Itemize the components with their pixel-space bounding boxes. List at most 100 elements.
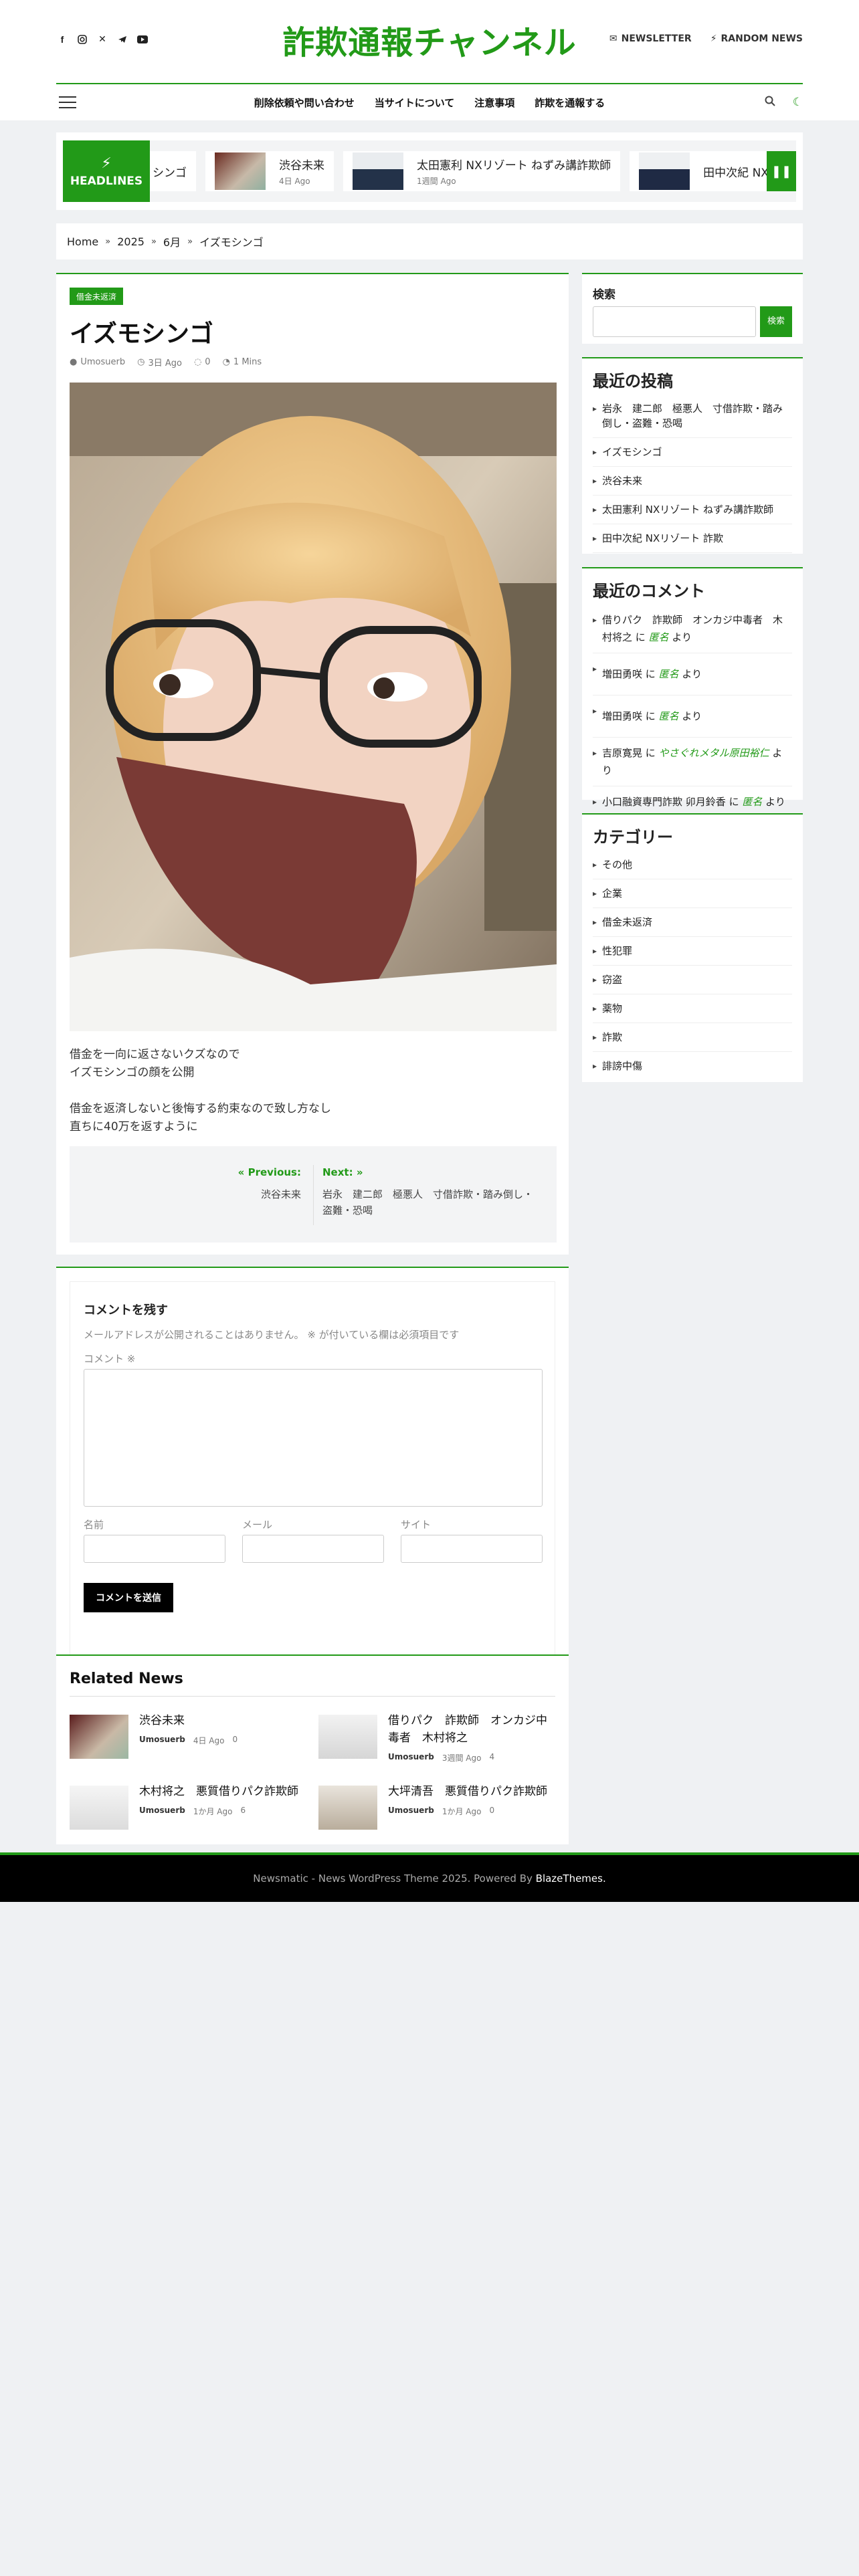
recent-post-item[interactable]: 渋谷未来 — [593, 467, 792, 496]
post-comments[interactable]: ◌ 0 — [194, 356, 211, 368]
ticker-pause-button[interactable]: ❚❚ — [767, 151, 796, 191]
ticker-thumbnail — [215, 152, 266, 190]
related-item-author[interactable]: Umosuerb — [139, 1735, 185, 1746]
comment-form-title: コメントを残す — [84, 1303, 168, 1317]
ticker-item-title: シンゴ — [153, 166, 187, 180]
breadcrumb-home[interactable]: Home — [67, 235, 98, 248]
comment-author[interactable]: 小口融資専門詐欺 卯月鈴香 — [602, 796, 726, 808]
ticker-item-title: 渋谷未来 — [279, 159, 324, 173]
comment-author[interactable]: 増田勇咲 — [602, 710, 642, 722]
post-navigation: « Previous: 渋谷未来 Next: » 岩永 建二郎 極悪人 寸借詐欺… — [70, 1146, 557, 1243]
related-item-date: 4日 Ago — [193, 1736, 225, 1745]
search-input[interactable] — [593, 306, 756, 337]
double-chevron-right-icon: » — [356, 1166, 363, 1178]
category-item[interactable]: 窃盗 — [593, 966, 792, 994]
related-news: Related News 渋谷未来 Umosuerb 4日 Ago 0 借りパク… — [56, 1654, 569, 1844]
post-paragraph: 借金を一向に返さないクズなので イズモシンゴの顔を公開 — [70, 1046, 331, 1082]
next-label: Next: — [322, 1166, 353, 1178]
category-item[interactable]: 性犯罪 — [593, 937, 792, 966]
related-item-comments: 6 — [240, 1806, 246, 1815]
categories-widget: カテゴリー その他 企業 借金未返済 性犯罪 窃盗 薬物 詐欺 誹謗中傷 — [582, 813, 803, 1082]
breadcrumb-year[interactable]: 2025 — [117, 235, 145, 248]
site-input[interactable] — [401, 1535, 543, 1563]
menu-item-about[interactable]: 当サイトについて — [375, 96, 455, 110]
recent-post-item[interactable]: 田中次紀 NXリゾート 詐欺 — [593, 524, 792, 553]
comment-post-link[interactable]: 匿名 — [742, 796, 762, 808]
comment-author[interactable]: 借りパク 詐欺師 オンカジ中毒者 木村将之 — [602, 614, 783, 643]
ticker-item-time: 1週間 Ago — [417, 177, 456, 186]
post-date[interactable]: ◷ 3日 Ago — [137, 356, 182, 368]
ticker-item[interactable]: 渋谷未来 4日 Ago — [205, 151, 334, 191]
comment-post-link[interactable]: やさぐれメタル原田裕仁 — [659, 747, 769, 759]
related-item[interactable]: 大坪清吾 悪質借りパク詐欺師 Umosuerb 1か月 Ago 0 — [318, 1783, 555, 1850]
related-item-author[interactable]: Umosuerb — [388, 1806, 434, 1817]
featured-photo — [70, 383, 557, 1031]
bolt-icon: ⚡ — [101, 154, 112, 172]
breadcrumb: Home » 2025 » 6月 » イズモシンゴ — [56, 223, 803, 259]
post-author[interactable]: ● Umosuerb — [70, 356, 125, 368]
related-item-comments: 0 — [489, 1806, 495, 1815]
recent-comment-item: 増田勇咲 に 匿名 より — [593, 653, 792, 695]
previous-label: Previous: — [248, 1166, 301, 1178]
previous-post-link[interactable]: « Previous: 渋谷未来 — [238, 1166, 301, 1202]
category-badge[interactable]: 借金未返済 — [70, 288, 124, 305]
category-item[interactable]: 借金未返済 — [593, 908, 792, 937]
ticker-item[interactable]: 太田憲利 NXリゾート ねずみ講詐欺師 1週間 Ago — [343, 151, 621, 191]
search-widget-title: 検索 — [593, 288, 615, 302]
related-item-author[interactable]: Umosuerb — [139, 1806, 185, 1817]
recent-post-item[interactable]: イズモシンゴ — [593, 438, 792, 467]
category-item[interactable]: 薬物 — [593, 994, 792, 1023]
comment-textarea[interactable] — [84, 1369, 543, 1507]
user-icon: ● — [70, 357, 78, 367]
random-news-link[interactable]: ⚡ RANDOM NEWS — [710, 33, 803, 44]
newsletter-link[interactable]: ✉ NEWSLETTER — [609, 33, 692, 44]
comment-post-link[interactable]: 匿名 — [649, 631, 669, 643]
comment-on: に — [645, 747, 656, 759]
comment-on: に — [635, 631, 646, 643]
related-item[interactable]: 渋谷未来 Umosuerb 4日 Ago 0 — [70, 1712, 306, 1779]
submit-comment-button[interactable]: コメントを送信 — [84, 1583, 173, 1612]
menu-item-report[interactable]: 詐欺を通報する — [535, 96, 605, 110]
post-content: 借金を一向に返さないクズなので イズモシンゴの顔を公開 借金を返済しないと後悔す… — [70, 1046, 331, 1154]
article: 借金未返済 イズモシンゴ ● Umosuerb ◷ 3日 Ago ◌ 0 ◔ 1 Min… — [56, 273, 569, 1255]
comment-post-link[interactable]: 匿名 — [659, 668, 679, 680]
category-item[interactable]: 詐欺 — [593, 1023, 792, 1052]
menu-item-contact[interactable]: 削除依頼や問い合わせ — [254, 96, 355, 110]
comment-suffix: より — [765, 796, 785, 808]
post-line: 借金を返済しないと後悔する約束なので致し方なし — [70, 1102, 331, 1115]
ticker-items: シンゴ 渋谷未来 4日 Ago 太田憲利 NXリゾート ねずみ講詐欺師 1週間 … — [136, 140, 796, 202]
headlines-badge: ⚡ HEADLINES — [63, 140, 150, 202]
post-author-name: Umosuerb — [80, 357, 126, 367]
category-item[interactable]: その他 — [593, 851, 792, 879]
comment-post-link[interactable]: 匿名 — [659, 710, 679, 722]
random-news-label: RANDOM NEWS — [721, 33, 803, 44]
breadcrumb-month[interactable]: 6月 — [163, 233, 181, 249]
footer-link[interactable]: BlazeThemes. — [536, 1872, 606, 1885]
search-button[interactable]: 検索 — [760, 306, 792, 337]
menu-item-notes[interactable]: 注意事項 — [474, 96, 514, 110]
related-divider — [70, 1696, 555, 1697]
name-input[interactable] — [84, 1535, 225, 1563]
headlines-ticker: ⚡ HEADLINES シンゴ 渋谷未来 4日 Ago 太田憲利 NXリゾート … — [56, 132, 803, 210]
post-meta: ● Umosuerb ◷ 3日 Ago ◌ 0 ◔ 1 Mins — [70, 356, 262, 368]
category-item[interactable]: 企業 — [593, 879, 792, 908]
related-item[interactable]: 借りパク 詐欺師 オンカジ中毒者 木村将之 Umosuerb 3週間 Ago 4 — [318, 1712, 555, 1779]
next-post-link[interactable]: Next: » 岩永 建二郎 極悪人 寸借詐欺・踏み倒し・盗難・恐喝 — [322, 1166, 537, 1218]
post-comment-count: 0 — [205, 357, 211, 367]
headlines-label: HEADLINES — [70, 174, 143, 188]
recent-post-item[interactable]: 太田憲利 NXリゾート ねずみ講詐欺師 — [593, 496, 792, 524]
ticker-item-time: 4日 Ago — [279, 177, 310, 186]
related-item[interactable]: 木村将之 悪質借りパク詐欺師 Umosuerb 1か月 Ago 6 — [70, 1783, 306, 1850]
email-input[interactable] — [242, 1535, 384, 1563]
related-item-author[interactable]: Umosuerb — [388, 1752, 434, 1763]
post-line: 直ちに40万を返すように — [70, 1120, 198, 1134]
comment-suffix: より — [682, 710, 702, 722]
related-item-comments: 4 — [489, 1752, 495, 1761]
recent-comments-title: 最近のコメント — [593, 582, 705, 601]
comment-on: に — [645, 710, 656, 722]
comment-author[interactable]: 吉原寛晃 — [602, 747, 642, 759]
category-item[interactable]: 誹謗中傷 — [593, 1052, 792, 1080]
related-thumbnail — [70, 1786, 128, 1830]
recent-post-item[interactable]: 岩永 建二郎 極悪人 寸借詐欺・踏み倒し・盗難・恐喝 — [593, 395, 792, 438]
comment-author[interactable]: 増田勇咲 — [602, 668, 642, 680]
